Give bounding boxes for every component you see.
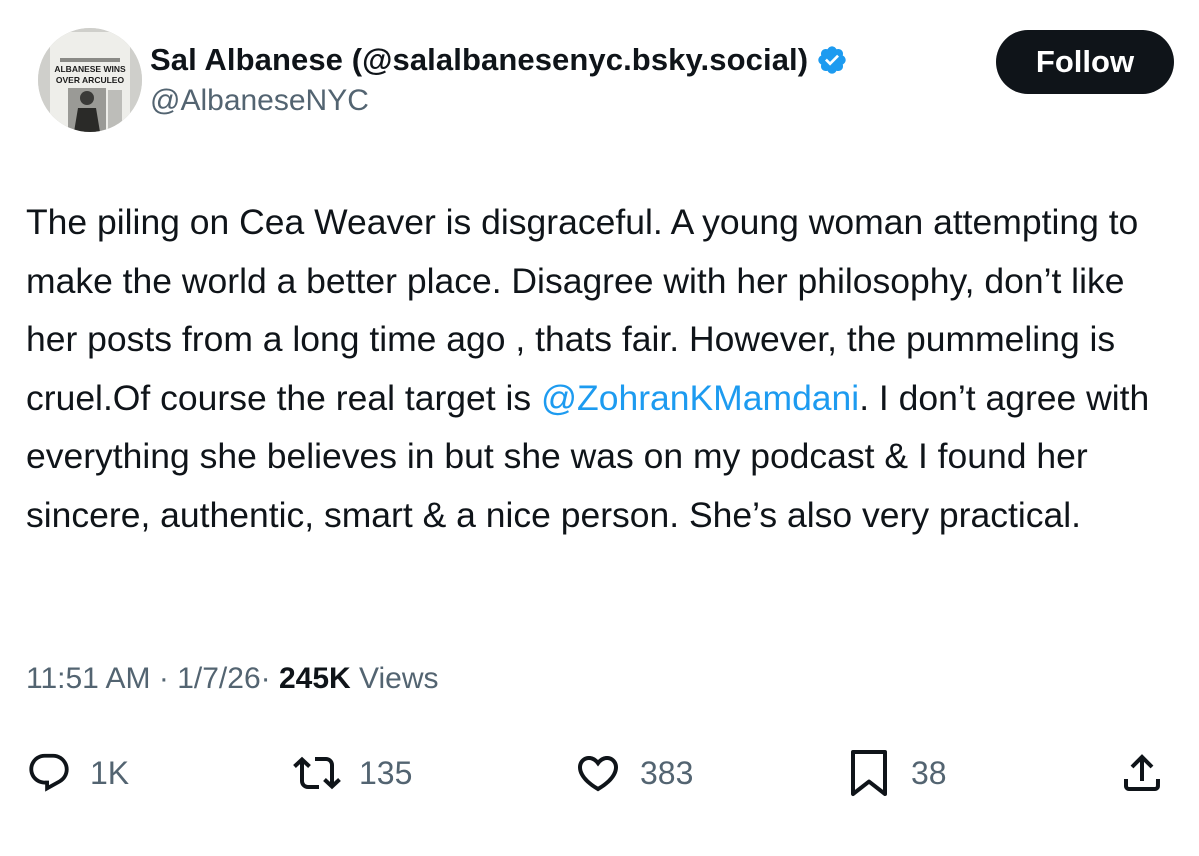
author-display-name[interactable]: Sal Albanese (@salalbanesenyc.bsky.socia… (150, 42, 808, 78)
meta-separator: · (260, 662, 271, 695)
share-icon (1118, 749, 1166, 797)
avatar-headline-2: OVER ARCULEO (56, 75, 125, 85)
like-button[interactable]: 383 (574, 738, 693, 808)
reply-button[interactable]: 1K (26, 738, 129, 808)
tweet-header: ALBANESE WINS OVER ARCULEO Sal Albanese … (24, 28, 1174, 138)
action-bar: 1K 135 383 38 (0, 738, 1199, 808)
heart-icon (574, 749, 622, 797)
share-button[interactable] (1118, 738, 1166, 808)
verified-badge-icon[interactable] (816, 44, 848, 76)
reply-count: 1K (90, 754, 130, 791)
tweet-meta: 11:51 AM · 1/7/26· 245K Views (26, 662, 439, 696)
tweet-text: The piling on Cea Weaver is disgraceful.… (26, 193, 1176, 544)
avatar[interactable]: ALBANESE WINS OVER ARCULEO (38, 28, 142, 132)
repost-count: 135 (359, 754, 413, 791)
like-count: 383 (640, 754, 694, 791)
views-label: Views (359, 662, 439, 695)
avatar-headline-1: ALBANESE WINS (54, 64, 126, 74)
views-count: 245K (278, 662, 351, 695)
bookmark-icon (845, 747, 893, 799)
follow-button[interactable]: Follow (996, 30, 1174, 94)
author-names: Sal Albanese (@salalbanesenyc.bsky.socia… (150, 42, 848, 118)
bookmark-count: 38 (911, 754, 947, 791)
avatar-image: ALBANESE WINS OVER ARCULEO (38, 28, 142, 132)
tweet-time[interactable]: 11:51 AM (26, 662, 151, 695)
display-name-row: Sal Albanese (@salalbanesenyc.bsky.socia… (150, 42, 848, 78)
tweet-date[interactable]: 1/7/26 (177, 662, 260, 695)
mention-link[interactable]: @ZohranKMamdani (541, 378, 859, 418)
repost-icon (293, 749, 341, 797)
bookmark-button[interactable]: 38 (845, 738, 947, 808)
reply-icon (26, 750, 72, 796)
author-handle[interactable]: @AlbaneseNYC (150, 84, 848, 118)
repost-button[interactable]: 135 (293, 738, 412, 808)
meta-separator: · (158, 662, 169, 695)
